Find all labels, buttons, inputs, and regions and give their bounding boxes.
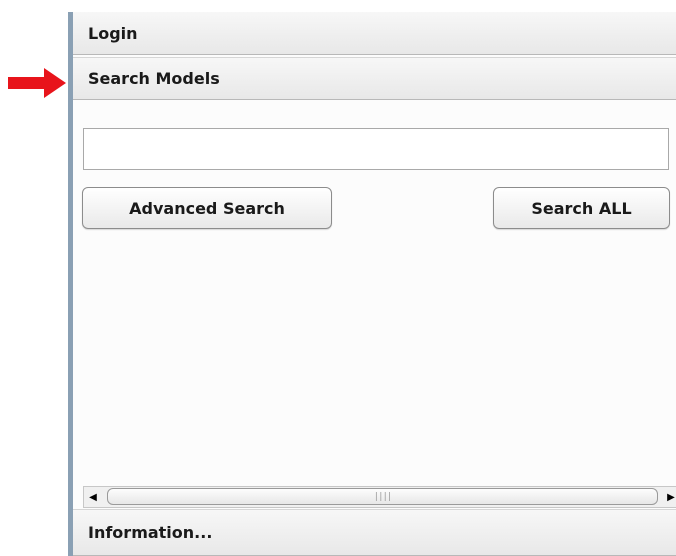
red-arrow-icon [8, 68, 66, 98]
screen: Login Search Models Advanced Search Sear… [0, 0, 676, 556]
advanced-search-button[interactable]: Advanced Search [82, 187, 332, 229]
scrollbar-thumb[interactable]: |||| [107, 488, 658, 505]
grip-icon: |||| [373, 491, 393, 502]
accordion-header-search-models[interactable]: Search Models [73, 57, 676, 100]
scroll-left-icon[interactable]: ◀ [84, 487, 102, 507]
horizontal-scrollbar[interactable]: ◀ |||| ▶ [83, 486, 676, 508]
scroll-right-icon[interactable]: ▶ [662, 487, 676, 507]
login-label: Login [88, 23, 138, 43]
search-input[interactable] [83, 128, 669, 170]
search-all-button[interactable]: Search ALL [493, 187, 670, 229]
search-models-label: Search Models [88, 69, 220, 88]
information-label: Information... [88, 523, 213, 542]
accordion-header-login[interactable]: Login [73, 12, 676, 55]
accordion-header-information[interactable]: Information... [73, 509, 676, 556]
accordion-panel: Login Search Models Advanced Search Sear… [68, 12, 676, 556]
